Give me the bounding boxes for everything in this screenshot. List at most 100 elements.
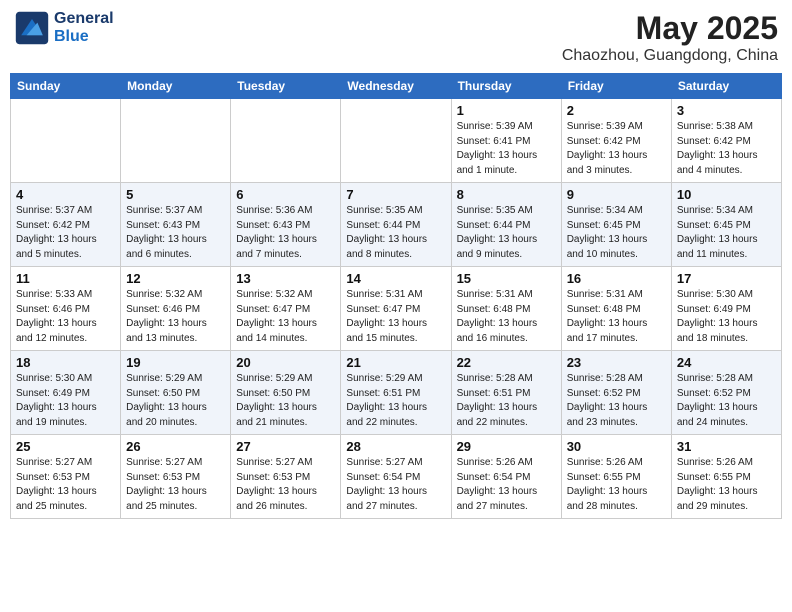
day-number: 29 xyxy=(457,439,556,454)
weekday-header-wednesday: Wednesday xyxy=(341,74,451,99)
day-info: Sunrise: 5:37 AM Sunset: 6:42 PM Dayligh… xyxy=(16,204,115,262)
day-cell: 8Sunrise: 5:35 AM Sunset: 6:44 PM Daylig… xyxy=(451,183,561,267)
day-cell: 28 Sunrise: 5:27 AM Sunset: 6:54 PM Dayli… xyxy=(341,435,451,519)
day-cell: 2Sunrise: 5:39 AM Sunset: 6:42 PM Daylig… xyxy=(561,99,671,183)
day-info: Sunrise: 5:35 AM Sunset: 6:44 PM Dayligh… xyxy=(346,204,445,262)
day-number: 23 xyxy=(567,355,666,370)
day-info: Sunrise: 5:34 AM Sunset: 6:45 PM Dayligh… xyxy=(567,204,666,262)
day-cell: 7 Sunrise: 5:35 AM Sunset: 6:44 PM Daylig… xyxy=(341,183,451,267)
day-number: 17 xyxy=(677,271,776,286)
day-info: Sunrise: 5:37 AM Sunset: 6:43 PM Dayligh… xyxy=(126,204,225,262)
day-cell: 11 Sunrise: 5:33 AM Sunset: 6:46 PM Dayli… xyxy=(11,267,121,351)
day-cell: 23 Sunrise: 5:28 AM Sunset: 6:52 PM Dayli… xyxy=(561,351,671,435)
day-number: 16 xyxy=(567,271,666,286)
day-number: 31 xyxy=(677,439,776,454)
week-row-5: 25 Sunrise: 5:27 AM Sunset: 6:53 PM Dayli… xyxy=(11,435,782,519)
weekday-header-thursday: Thursday xyxy=(451,74,561,99)
day-info: Sunrise: 5:29 AM Sunset: 6:50 PM Dayligh… xyxy=(236,372,335,430)
day-info: Sunrise: 5:30 AM Sunset: 6:49 PM Dayligh… xyxy=(16,372,115,430)
day-number: 15 xyxy=(457,271,556,286)
day-cell: 31 Sunrise: 5:26 AM Sunset: 6:55 PM Dayli… xyxy=(671,435,781,519)
day-info: Sunrise: 5:27 AM Sunset: 6:53 PM Dayligh… xyxy=(236,456,335,514)
weekday-header-monday: Monday xyxy=(121,74,231,99)
month-title: May 2025 xyxy=(562,10,778,47)
day-cell xyxy=(121,99,231,183)
day-number: 28 xyxy=(346,439,445,454)
day-cell xyxy=(341,99,451,183)
day-info: Sunrise: 5:26 AM Sunset: 6:55 PM Dayligh… xyxy=(567,456,666,514)
day-info: Sunrise: 5:36 AM Sunset: 6:43 PM Dayligh… xyxy=(236,204,335,262)
page-header: General Blue May 2025 Chaozhou, Guangdon… xyxy=(10,10,782,65)
day-info: Sunrise: 5:32 AM Sunset: 6:47 PM Dayligh… xyxy=(236,288,335,346)
location-title: Chaozhou, Guangdong, China xyxy=(562,47,778,65)
day-info: Sunrise: 5:34 AM Sunset: 6:45 PM Dayligh… xyxy=(677,204,776,262)
day-cell: 17 Sunrise: 5:30 AM Sunset: 6:49 PM Dayli… xyxy=(671,267,781,351)
day-cell: 18 Sunrise: 5:30 AM Sunset: 6:49 PM Dayli… xyxy=(11,351,121,435)
day-info: Sunrise: 5:33 AM Sunset: 6:46 PM Dayligh… xyxy=(16,288,115,346)
day-cell: 20 Sunrise: 5:29 AM Sunset: 6:50 PM Dayli… xyxy=(231,351,341,435)
day-cell: 5 Sunrise: 5:37 AM Sunset: 6:43 PM Daylig… xyxy=(121,183,231,267)
day-cell: 6 Sunrise: 5:36 AM Sunset: 6:43 PM Daylig… xyxy=(231,183,341,267)
day-info: Sunrise: 5:27 AM Sunset: 6:53 PM Dayligh… xyxy=(16,456,115,514)
day-cell: 9 Sunrise: 5:34 AM Sunset: 6:45 PM Daylig… xyxy=(561,183,671,267)
day-cell xyxy=(11,99,121,183)
day-cell: 21 Sunrise: 5:29 AM Sunset: 6:51 PM Dayli… xyxy=(341,351,451,435)
logo-icon xyxy=(14,10,50,46)
weekday-header-sunday: Sunday xyxy=(11,74,121,99)
day-info: Sunrise: 5:27 AM Sunset: 6:54 PM Dayligh… xyxy=(346,456,445,514)
day-number: 19 xyxy=(126,355,225,370)
day-number: 9 xyxy=(567,187,666,202)
day-cell: 1Sunrise: 5:39 AM Sunset: 6:41 PM Daylig… xyxy=(451,99,561,183)
day-number: 30 xyxy=(567,439,666,454)
day-cell: 13 Sunrise: 5:32 AM Sunset: 6:47 PM Dayli… xyxy=(231,267,341,351)
day-info: Sunrise: 5:35 AM Sunset: 6:44 PM Dayligh… xyxy=(457,204,556,262)
day-cell: 19 Sunrise: 5:29 AM Sunset: 6:50 PM Dayli… xyxy=(121,351,231,435)
day-info: Sunrise: 5:27 AM Sunset: 6:53 PM Dayligh… xyxy=(126,456,225,514)
weekday-header-saturday: Saturday xyxy=(671,74,781,99)
day-number: 13 xyxy=(236,271,335,286)
day-number: 2 xyxy=(567,103,666,118)
logo-text: General Blue xyxy=(54,10,114,45)
day-info: Sunrise: 5:28 AM Sunset: 6:51 PM Dayligh… xyxy=(457,372,556,430)
day-number: 12 xyxy=(126,271,225,286)
day-number: 21 xyxy=(346,355,445,370)
day-info: Sunrise: 5:28 AM Sunset: 6:52 PM Dayligh… xyxy=(567,372,666,430)
day-cell: 26 Sunrise: 5:27 AM Sunset: 6:53 PM Dayli… xyxy=(121,435,231,519)
weekday-header-friday: Friday xyxy=(561,74,671,99)
day-number: 3 xyxy=(677,103,776,118)
day-cell: 27Sunrise: 5:27 AM Sunset: 6:53 PM Dayli… xyxy=(231,435,341,519)
day-number: 10 xyxy=(677,187,776,202)
day-number: 26 xyxy=(126,439,225,454)
day-number: 14 xyxy=(346,271,445,286)
day-cell: 22Sunrise: 5:28 AM Sunset: 6:51 PM Dayli… xyxy=(451,351,561,435)
day-cell: 25 Sunrise: 5:27 AM Sunset: 6:53 PM Dayli… xyxy=(11,435,121,519)
day-info: Sunrise: 5:28 AM Sunset: 6:52 PM Dayligh… xyxy=(677,372,776,430)
day-info: Sunrise: 5:29 AM Sunset: 6:50 PM Dayligh… xyxy=(126,372,225,430)
week-row-3: 11 Sunrise: 5:33 AM Sunset: 6:46 PM Dayli… xyxy=(11,267,782,351)
day-cell: 10 Sunrise: 5:34 AM Sunset: 6:45 PM Dayli… xyxy=(671,183,781,267)
day-number: 7 xyxy=(346,187,445,202)
day-info: Sunrise: 5:38 AM Sunset: 6:42 PM Dayligh… xyxy=(677,120,776,178)
day-number: 11 xyxy=(16,271,115,286)
day-info: Sunrise: 5:31 AM Sunset: 6:47 PM Dayligh… xyxy=(346,288,445,346)
day-info: Sunrise: 5:30 AM Sunset: 6:49 PM Dayligh… xyxy=(677,288,776,346)
day-info: Sunrise: 5:26 AM Sunset: 6:54 PM Dayligh… xyxy=(457,456,556,514)
day-number: 4 xyxy=(16,187,115,202)
day-number: 6 xyxy=(236,187,335,202)
day-cell: 30 Sunrise: 5:26 AM Sunset: 6:55 PM Dayli… xyxy=(561,435,671,519)
day-cell xyxy=(231,99,341,183)
day-number: 1 xyxy=(457,103,556,118)
day-info: Sunrise: 5:29 AM Sunset: 6:51 PM Dayligh… xyxy=(346,372,445,430)
day-number: 20 xyxy=(236,355,335,370)
day-number: 25 xyxy=(16,439,115,454)
day-number: 18 xyxy=(16,355,115,370)
week-row-1: 1Sunrise: 5:39 AM Sunset: 6:41 PM Daylig… xyxy=(11,99,782,183)
day-cell: 16Sunrise: 5:31 AM Sunset: 6:48 PM Dayli… xyxy=(561,267,671,351)
title-block: May 2025 Chaozhou, Guangdong, China xyxy=(562,10,778,65)
calendar-table: SundayMondayTuesdayWednesdayThursdayFrid… xyxy=(10,73,782,519)
logo: General Blue xyxy=(14,10,114,46)
day-number: 5 xyxy=(126,187,225,202)
weekday-header-row: SundayMondayTuesdayWednesdayThursdayFrid… xyxy=(11,74,782,99)
day-info: Sunrise: 5:26 AM Sunset: 6:55 PM Dayligh… xyxy=(677,456,776,514)
weekday-header-tuesday: Tuesday xyxy=(231,74,341,99)
